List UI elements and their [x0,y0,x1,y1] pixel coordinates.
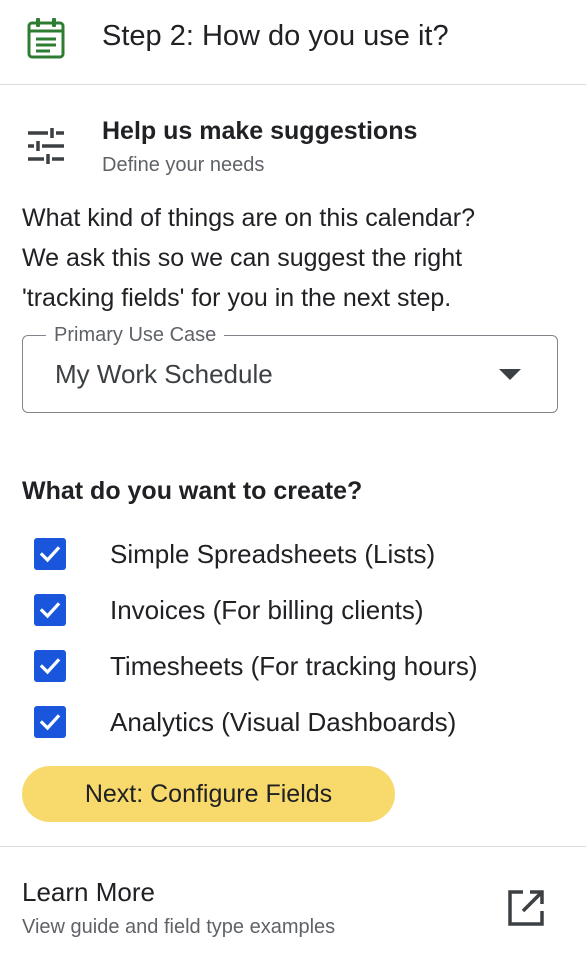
sliders-icon [26,128,66,164]
checkbox-simple-spreadsheets[interactable] [34,538,66,570]
select-label: Primary Use Case [46,323,225,347]
learn-more-link[interactable]: Learn More [22,876,155,908]
learn-more-subtitle: View guide and field type examples [22,916,336,938]
checkbox-invoices[interactable] [34,594,66,626]
calendar-form-icon [26,17,66,59]
checkbox-timesheets[interactable] [34,650,66,682]
dropdown-arrow-icon [499,369,521,380]
primary-use-case-select[interactable]: Primary Use Case My Work Schedule [22,323,558,413]
step-title: Step 2: How do you use it? [102,20,449,52]
use-case-description: What kind of things are on this calendar… [22,198,567,318]
divider [0,846,586,847]
suggestions-title: Help us make suggestions [102,117,418,145]
option-analytics: Analytics (Visual Dashboards) [0,700,586,744]
option-timesheets: Timesheets (For tracking hours) [0,644,586,688]
select-value: My Work Schedule [55,359,273,389]
create-heading: What do you want to create? [22,477,363,505]
option-label: Analytics (Visual Dashboards) [110,707,457,737]
description-line: What kind of things are on this calendar… [22,204,476,232]
option-simple-spreadsheets: Simple Spreadsheets (Lists) [0,532,586,576]
description-line: We ask this so we can suggest the right [22,244,463,272]
next-configure-fields-button[interactable]: Next: Configure Fields [22,766,395,822]
option-label: Timesheets (For tracking hours) [110,651,478,681]
option-invoices: Invoices (For billing clients) [0,588,586,632]
option-label: Invoices (For billing clients) [110,595,424,625]
checkbox-analytics[interactable] [34,706,66,738]
step-header: Step 2: How do you use it? [0,0,586,85]
suggestions-subtitle: Define your needs [102,154,265,176]
open-in-new-icon[interactable] [506,888,546,928]
description-line: 'tracking fields' for you in the next st… [22,284,452,312]
option-label: Simple Spreadsheets (Lists) [110,539,436,569]
